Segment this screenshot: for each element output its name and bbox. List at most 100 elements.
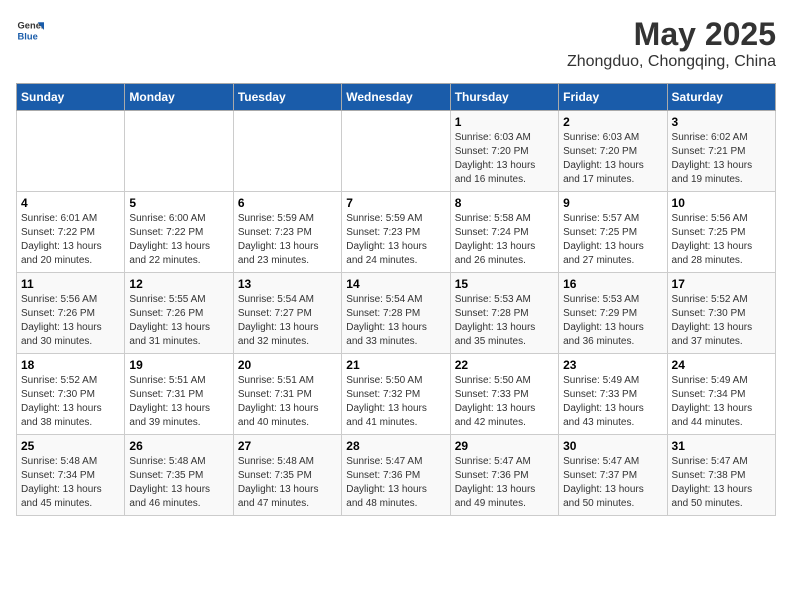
calendar-cell: 5Sunrise: 6:00 AMSunset: 7:22 PMDaylight… [125, 192, 233, 273]
day-number: 18 [21, 358, 120, 372]
day-info: Sunrise: 5:49 AMSunset: 7:34 PMDaylight:… [672, 374, 771, 430]
calendar-cell: 12 Sunrise: 5:55 AMSunset: 7:26 PMDayligh… [125, 273, 233, 354]
day-number: 13 [238, 277, 337, 291]
calendar-cell: 6 Sunrise: 5:59 AMSunset: 7:23 PMDaylight… [233, 192, 341, 273]
calendar-cell [233, 111, 341, 192]
day-info: Sunrise: 5:51 AMSunset: 7:31 PMDaylight:… [129, 374, 228, 430]
calendar-cell: 20Sunrise: 5:51 AMSunset: 7:31 PMDayligh… [233, 354, 341, 435]
day-info: Sunrise: 5:50 AMSunset: 7:32 PMDaylight:… [346, 374, 445, 430]
day-info: Sunrise: 5:55 AMSunset: 7:26 PMDaylight:… [129, 293, 228, 349]
svg-text:Blue: Blue [18, 31, 38, 41]
weekday-monday: Monday [125, 84, 233, 111]
day-number: 26 [129, 439, 228, 453]
page-header: General Blue May 2025 Zhongduo, Chongqin… [16, 16, 776, 71]
calendar-cell: 14 Sunrise: 5:54 AMSunset: 7:28 PMDayligh… [342, 273, 450, 354]
weekday-sunday: Sunday [17, 84, 125, 111]
calendar-cell [17, 111, 125, 192]
week-row-5: 25 Sunrise: 5:48 AMSunset: 7:34 PMDayligh… [17, 435, 776, 516]
calendar-cell: 28Sunrise: 5:47 AMSunset: 7:36 PMDayligh… [342, 435, 450, 516]
day-number: 10 [672, 196, 771, 210]
day-number: 5 [129, 196, 228, 210]
day-number: 3 [672, 115, 771, 129]
calendar-cell: 4 Sunrise: 6:01 AMSunset: 7:22 PMDaylight… [17, 192, 125, 273]
day-info: Sunrise: 5:57 AMSunset: 7:25 PMDaylight:… [563, 212, 662, 268]
weekday-wednesday: Wednesday [342, 84, 450, 111]
day-number: 6 [238, 196, 337, 210]
calendar-cell: 25 Sunrise: 5:48 AMSunset: 7:34 PMDayligh… [17, 435, 125, 516]
calendar-cell: 31Sunrise: 5:47 AMSunset: 7:38 PMDayligh… [667, 435, 775, 516]
week-row-3: 11Sunrise: 5:56 AMSunset: 7:26 PMDayligh… [17, 273, 776, 354]
day-info: Sunrise: 5:48 AMSunset: 7:34 PMDaylight:… [21, 455, 120, 511]
day-info: Sunrise: 5:52 AMSunset: 7:30 PMDaylight:… [672, 293, 771, 349]
calendar-cell: 29Sunrise: 5:47 AMSunset: 7:36 PMDayligh… [450, 435, 558, 516]
day-info: Sunrise: 5:48 AMSunset: 7:35 PMDaylight:… [129, 455, 228, 511]
day-number: 21 [346, 358, 445, 372]
day-info: Sunrise: 5:52 AMSunset: 7:30 PMDaylight:… [21, 374, 120, 430]
calendar-cell: 21 Sunrise: 5:50 AMSunset: 7:32 PMDayligh… [342, 354, 450, 435]
week-row-2: 4 Sunrise: 6:01 AMSunset: 7:22 PMDaylight… [17, 192, 776, 273]
day-number: 17 [672, 277, 771, 291]
day-number: 8 [455, 196, 554, 210]
calendar-cell [342, 111, 450, 192]
day-info: Sunrise: 6:01 AMSunset: 7:22 PMDaylight:… [21, 212, 120, 268]
day-info: Sunrise: 6:03 AMSunset: 7:20 PMDaylight:… [563, 131, 662, 187]
day-info: Sunrise: 5:50 AMSunset: 7:33 PMDaylight:… [455, 374, 554, 430]
calendar-cell: 11Sunrise: 5:56 AMSunset: 7:26 PMDayligh… [17, 273, 125, 354]
calendar-body: 1 Sunrise: 6:03 AMSunset: 7:20 PMDaylight… [17, 111, 776, 516]
logo-icon: General Blue [16, 16, 44, 44]
day-number: 25 [21, 439, 120, 453]
day-number: 2 [563, 115, 662, 129]
logo: General Blue [16, 16, 48, 44]
calendar-cell: 27Sunrise: 5:48 AMSunset: 7:35 PMDayligh… [233, 435, 341, 516]
day-number: 20 [238, 358, 337, 372]
day-number: 4 [21, 196, 120, 210]
calendar-cell: 17 Sunrise: 5:52 AMSunset: 7:30 PMDayligh… [667, 273, 775, 354]
calendar-cell: 8 Sunrise: 5:58 AMSunset: 7:24 PMDaylight… [450, 192, 558, 273]
day-info: Sunrise: 5:49 AMSunset: 7:33 PMDaylight:… [563, 374, 662, 430]
weekday-saturday: Saturday [667, 84, 775, 111]
calendar-cell: 2 Sunrise: 6:03 AMSunset: 7:20 PMDaylight… [559, 111, 667, 192]
calendar-cell: 26 Sunrise: 5:48 AMSunset: 7:35 PMDayligh… [125, 435, 233, 516]
weekday-header-row: SundayMondayTuesdayWednesdayThursdayFrid… [17, 84, 776, 111]
svg-text:General: General [18, 20, 44, 30]
calendar-cell: 3Sunrise: 6:02 AMSunset: 7:21 PMDaylight… [667, 111, 775, 192]
day-number: 22 [455, 358, 554, 372]
day-number: 19 [129, 358, 228, 372]
day-number: 30 [563, 439, 662, 453]
day-number: 23 [563, 358, 662, 372]
calendar-cell: 10 Sunrise: 5:56 AMSunset: 7:25 PMDayligh… [667, 192, 775, 273]
day-number: 12 [129, 277, 228, 291]
title-block: May 2025 Zhongduo, Chongqing, China [567, 16, 776, 71]
calendar-cell: 22 Sunrise: 5:50 AMSunset: 7:33 PMDayligh… [450, 354, 558, 435]
day-info: Sunrise: 5:48 AMSunset: 7:35 PMDaylight:… [238, 455, 337, 511]
day-info: Sunrise: 5:58 AMSunset: 7:24 PMDaylight:… [455, 212, 554, 268]
calendar-cell: 7Sunrise: 5:59 AMSunset: 7:23 PMDaylight… [342, 192, 450, 273]
calendar-table: SundayMondayTuesdayWednesdayThursdayFrid… [16, 83, 776, 516]
calendar-cell [125, 111, 233, 192]
day-number: 24 [672, 358, 771, 372]
day-number: 14 [346, 277, 445, 291]
day-number: 15 [455, 277, 554, 291]
day-number: 1 [455, 115, 554, 129]
calendar-cell: 18 Sunrise: 5:52 AMSunset: 7:30 PMDayligh… [17, 354, 125, 435]
day-info: Sunrise: 6:03 AMSunset: 7:20 PMDaylight:… [455, 131, 554, 187]
calendar-title: May 2025 [567, 16, 776, 53]
day-info: Sunrise: 5:54 AMSunset: 7:28 PMDaylight:… [346, 293, 445, 349]
calendar-cell: 15 Sunrise: 5:53 AMSunset: 7:28 PMDayligh… [450, 273, 558, 354]
calendar-cell: 9 Sunrise: 5:57 AMSunset: 7:25 PMDaylight… [559, 192, 667, 273]
calendar-subtitle: Zhongduo, Chongqing, China [567, 53, 776, 71]
day-info: Sunrise: 5:53 AMSunset: 7:29 PMDaylight:… [563, 293, 662, 349]
day-number: 9 [563, 196, 662, 210]
day-info: Sunrise: 5:56 AMSunset: 7:25 PMDaylight:… [672, 212, 771, 268]
day-info: Sunrise: 5:54 AMSunset: 7:27 PMDaylight:… [238, 293, 337, 349]
weekday-tuesday: Tuesday [233, 84, 341, 111]
day-number: 11 [21, 277, 120, 291]
calendar-cell: 19 Sunrise: 5:51 AMSunset: 7:31 PMDayligh… [125, 354, 233, 435]
day-info: Sunrise: 5:53 AMSunset: 7:28 PMDaylight:… [455, 293, 554, 349]
day-info: Sunrise: 5:59 AMSunset: 7:23 PMDaylight:… [346, 212, 445, 268]
day-number: 28 [346, 439, 445, 453]
weekday-friday: Friday [559, 84, 667, 111]
day-info: Sunrise: 5:59 AMSunset: 7:23 PMDaylight:… [238, 212, 337, 268]
day-number: 16 [563, 277, 662, 291]
day-info: Sunrise: 5:47 AMSunset: 7:36 PMDaylight:… [455, 455, 554, 511]
